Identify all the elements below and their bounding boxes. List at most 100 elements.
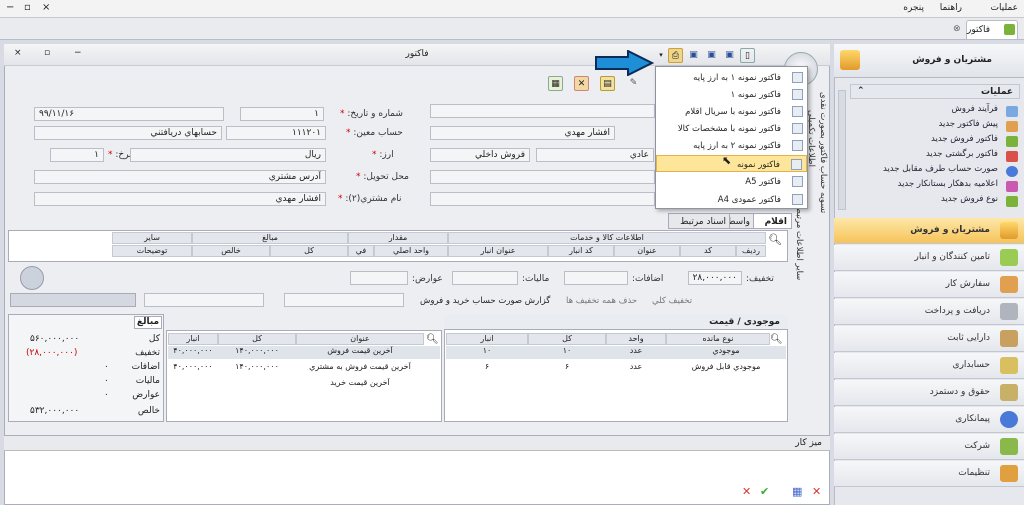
col-description[interactable]: توضيحات (112, 245, 192, 257)
nav-company[interactable]: شرکت (834, 434, 1024, 460)
price-row-2[interactable]: آخرين قيمت فروش به مشتري ۱۴۰,۰۰۰,۰۰۰ ۴۰,… (168, 362, 440, 375)
stock-col-unit[interactable]: واحد (606, 333, 666, 345)
price-row-3[interactable]: آخرين قيمت خريد (168, 378, 440, 391)
stock-col-total[interactable]: کل (528, 333, 606, 345)
minimize-icon[interactable]: − (6, 2, 14, 13)
tab-docs[interactable]: اسناد مرتبط (668, 213, 730, 229)
col-title[interactable]: عنوان (614, 245, 680, 257)
op-new-invoice[interactable]: فاکتور فروش جديد (852, 134, 1020, 149)
print-menu-item-8[interactable]: فاکتور عمودی A4 (656, 191, 807, 208)
op-new-proforma[interactable]: پيش فاکتور جديد (852, 119, 1020, 134)
col-warehouse-title[interactable]: عنوان انبار (448, 245, 548, 257)
nav-payments[interactable]: دريافت و پرداخت (834, 299, 1024, 325)
customer-search-field[interactable] (430, 104, 655, 118)
window-close-icon[interactable]: × (14, 48, 22, 58)
currency-field[interactable]: ريال (130, 148, 326, 162)
sale-kind-field[interactable]: فروش داخلي (430, 148, 530, 162)
nav-suppliers[interactable]: تامين کنندگان و انبار (834, 245, 1024, 271)
col-code[interactable]: کد (680, 245, 736, 257)
col-unit-price[interactable]: في (348, 245, 374, 257)
op-new-statement[interactable]: صورت حساب طرف مقابل جديد (852, 164, 1020, 179)
print-dropdown-icon[interactable]: ▾ (656, 48, 666, 63)
price-search-icon[interactable]: 🔍︎ (426, 334, 439, 345)
stock-col-type[interactable]: نوع مانده (666, 333, 770, 345)
print-menu-item-7[interactable]: فاکتور A5 (656, 173, 807, 190)
stock-col-warehouse[interactable]: انبار (446, 333, 528, 345)
vertical-tab-other[interactable]: ساير اطلاعات مرتبط (794, 206, 804, 356)
window-minimize-icon[interactable]: − (74, 48, 82, 58)
excel-icon[interactable]: ▦ (548, 76, 563, 91)
new-doc-icon[interactable]: ▯ (740, 48, 755, 63)
print-menu-item-2[interactable]: فاکتور نمونه ۱ (656, 86, 807, 103)
nav-sales[interactable]: مشتريان و فروش (834, 218, 1024, 244)
save-close-icon[interactable]: ▣ (686, 48, 701, 63)
zoom-icon[interactable] (20, 266, 44, 290)
customer2-field[interactable]: افشار مهدي (34, 192, 326, 206)
op-new-sale-type[interactable]: نوع فروش جديد (852, 194, 1020, 209)
customer-name-field[interactable]: افشار مهدي (430, 126, 615, 140)
account-code-field[interactable]: ۱۱۱۲۰۱ (226, 126, 326, 140)
approve-icon[interactable]: ✔ (760, 485, 769, 498)
price-col-total[interactable]: کل (218, 333, 296, 345)
col-row[interactable]: رديف (736, 245, 766, 257)
delete-discounts-button[interactable]: حذف همه تخفيف ها (566, 296, 637, 306)
reject-icon[interactable]: ✕ (742, 485, 751, 498)
collapse-icon[interactable]: ⌃ (857, 86, 865, 96)
op-sales-process[interactable]: فرآيند فروش (852, 104, 1020, 119)
window-restore-icon[interactable]: ▫ (44, 48, 50, 58)
vertical-tab-settlement[interactable]: تسويه حساب فاکتور بصورت نقدی (818, 92, 828, 322)
tab-items[interactable]: اقلام (752, 213, 792, 229)
account-name-field[interactable]: حسابهاي دريافتني (34, 126, 222, 140)
print-menu-item-1[interactable]: فاکتور نمونه ۱ به ارز پايه (656, 69, 807, 86)
price-col-title[interactable]: عنوان (296, 333, 424, 345)
col-warehouse-code[interactable]: کد انبار (548, 245, 614, 257)
col-net[interactable]: خالص (192, 245, 270, 257)
menu-help[interactable]: راهنما (940, 3, 962, 13)
nav-settings[interactable]: تنظيمات (834, 461, 1024, 487)
stock-row-1[interactable]: موجودي عدد ۱۰ ۱۰ (446, 346, 786, 359)
report-link[interactable]: گزارش صورت حساب خريد و فروش (420, 296, 550, 306)
extra-field-1[interactable] (430, 170, 655, 184)
number-field[interactable]: ۱ (240, 107, 324, 121)
nav-payroll[interactable]: حقوق و دستمزد (834, 380, 1024, 406)
tab-agent[interactable]: واسط (727, 213, 754, 229)
print-menu-item-4[interactable]: فاکتور نمونه با مشخصات کالا (656, 120, 807, 137)
stock-search-icon[interactable]: 🔍︎ (770, 334, 783, 345)
print-menu-item-5[interactable]: فاکتور نمونه ۲ به ارز پايه (656, 137, 807, 154)
price-row-1[interactable]: آخرين قيمت فروش ۱۴۰,۰۰۰,۰۰۰ ۴۰,۰۰۰,۰۰۰ (168, 346, 440, 359)
close-desk-icon[interactable]: ✕ (812, 485, 821, 498)
col-main-unit[interactable]: واحد اصلي (374, 245, 448, 257)
op-new-return[interactable]: فاکتور برگشتی جديد (852, 149, 1020, 164)
print-menu-item-3[interactable]: فاکتور نمونه با سريال اقلام (656, 103, 807, 120)
save-new-icon[interactable]: ▣ (704, 48, 719, 63)
discount-all-button[interactable]: تخفيف کلي (652, 296, 692, 306)
additions-field[interactable] (564, 271, 628, 285)
price-col-warehouse[interactable]: انبار (168, 333, 218, 345)
nav-contracting[interactable]: پيمانکاری (834, 407, 1024, 433)
tab-invoice[interactable]: فاکتور ⊗ (953, 20, 1018, 39)
save-icon[interactable]: ▣ (722, 48, 737, 63)
discount-field[interactable]: ۲۸,۰۰۰,۰۰۰ (688, 271, 742, 285)
col-total[interactable]: کل (270, 245, 348, 257)
duties-field[interactable] (350, 271, 408, 285)
delivery-field[interactable]: آدرس مشتري (34, 170, 326, 184)
menu-operations[interactable]: عمليات (991, 3, 1018, 13)
sale-type-field[interactable]: عادي (536, 148, 654, 162)
date-field[interactable]: ۹۹/۱۱/۱۶ (34, 107, 224, 121)
nav-accounting[interactable]: حسابداری (834, 353, 1024, 379)
nav-work-order[interactable]: سفارش کار (834, 272, 1024, 298)
grid-search-icon[interactable]: 🔍︎ (768, 233, 782, 246)
rate-field[interactable]: ۱ (50, 148, 104, 162)
tax-field[interactable] (452, 271, 518, 285)
print-icon[interactable]: ⎙ (668, 48, 683, 63)
op-new-debit-credit[interactable]: اعلاميه بدهکار بستانکار جديد (852, 179, 1020, 194)
attach-icon[interactable]: ▤ (600, 76, 615, 91)
restore-icon[interactable]: ▫ (24, 2, 31, 13)
stock-row-2[interactable]: موجودي قابل فروش عدد ۶ ۶ (446, 362, 786, 375)
nav-fixed-assets[interactable]: دارايی ثابت (834, 326, 1024, 352)
report-field[interactable] (284, 293, 404, 307)
delete-doc-icon[interactable]: ✕ (574, 76, 589, 91)
report-field-2[interactable] (144, 293, 264, 307)
close-icon[interactable]: × (42, 2, 50, 13)
calendar-icon[interactable]: ▦ (792, 485, 802, 498)
